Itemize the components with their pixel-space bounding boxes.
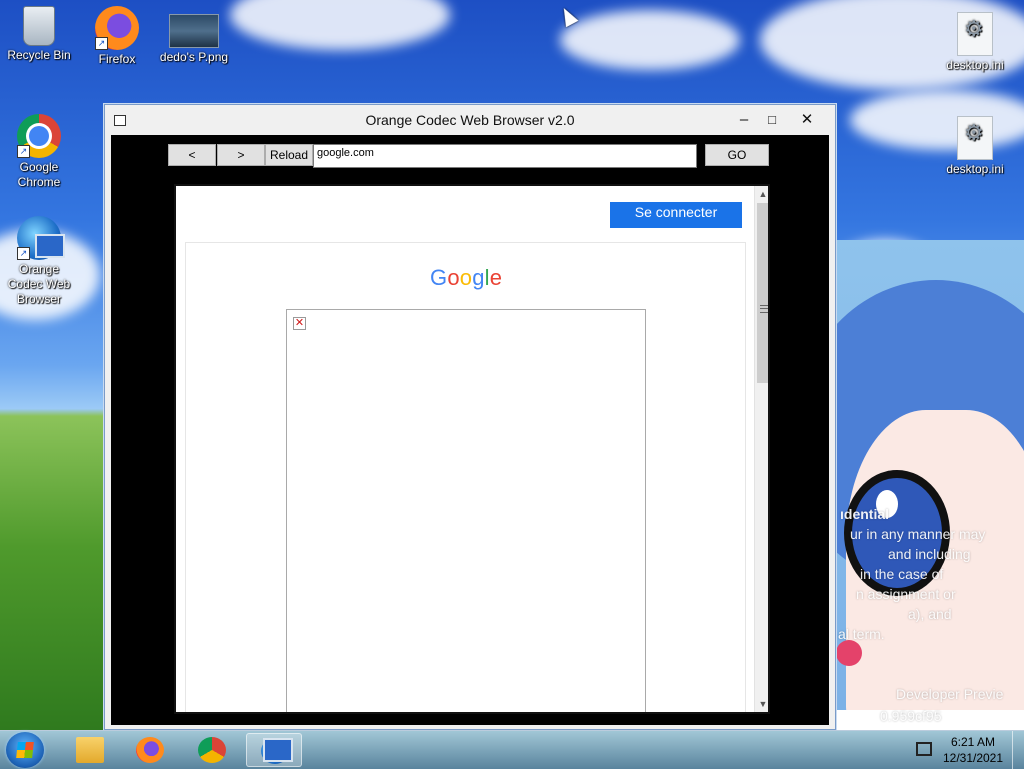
back-button[interactable]: < — [168, 144, 216, 166]
watermark-text: al term. — [838, 626, 885, 642]
forward-button[interactable]: > — [217, 144, 265, 166]
taskbar-item-file-explorer[interactable] — [62, 733, 118, 767]
window-title: Orange Codec Web Browser v2.0 — [365, 112, 575, 128]
sign-in-button[interactable]: Se connecter — [610, 202, 742, 228]
broken-image-icon: ✕ — [293, 317, 306, 330]
vertical-scrollbar[interactable]: ▲ ▼ — [754, 186, 768, 712]
web-page-viewport[interactable]: Se connecter Google ✕ ▲ ▼ — [174, 184, 770, 714]
go-button[interactable]: GO — [705, 144, 769, 166]
desktop-icon-label: Google Chrome — [17, 160, 61, 189]
logo-letter: o — [447, 265, 460, 290]
desktop-icon-label: desktop.ini — [946, 58, 1004, 72]
desktop-icon-google-chrome[interactable]: ↗ Google Chrome — [3, 114, 75, 190]
browser-client-area: < > Reload google.com GO Se connecter Go… — [111, 135, 829, 725]
watermark-text: ıdential — [840, 506, 890, 522]
browser-window: Orange Codec Web Browser v2.0 ‒ □ ✕ < > … — [104, 104, 836, 730]
window-titlebar[interactable]: Orange Codec Web Browser v2.0 ‒ □ ✕ — [105, 105, 835, 135]
url-input[interactable]: google.com — [313, 144, 697, 168]
system-clock[interactable]: 6:21 AM 12/31/2021 — [940, 734, 1006, 766]
cloud — [560, 10, 740, 70]
watermark-text: Developer Previe — [896, 686, 1004, 702]
folder-icon — [76, 737, 104, 763]
firefox-icon — [136, 737, 164, 763]
show-desktop-button[interactable] — [1012, 731, 1024, 769]
watermark-text: ur in any manner may — [850, 526, 986, 542]
scrollbar-thumb[interactable] — [757, 203, 768, 383]
globe-computer-icon — [261, 738, 293, 764]
logo-letter: g — [472, 265, 485, 290]
clock-time: 6:21 AM — [950, 735, 996, 749]
maximize-button[interactable]: □ — [757, 109, 787, 131]
taskbar: 6:21 AM 12/31/2021 — [0, 730, 1024, 769]
image-file-icon — [169, 14, 219, 48]
watermark-text: 0.959cf95 — [880, 708, 942, 724]
desktop-icon-label: Orange Codec Web Browser — [7, 262, 71, 306]
grip-icon — [760, 305, 768, 313]
desktop-icon-desktop-ini[interactable]: desktop.ini — [939, 116, 1011, 177]
network-icon[interactable] — [916, 742, 932, 756]
logo-letter: e — [489, 265, 503, 290]
embedded-frame[interactable]: ✕ — [286, 309, 646, 712]
logo-letter: o — [459, 265, 473, 290]
start-button[interactable] — [6, 732, 44, 768]
watermark-text: and including — [888, 546, 971, 562]
desktop-icon-dedos-png[interactable]: dedo's P.png — [158, 6, 230, 65]
desktop-icon-recycle-bin[interactable]: Recycle Bin — [3, 6, 75, 63]
watermark-text: in the case of — [860, 566, 944, 582]
desktop-icon-label: dedo's P.png — [159, 50, 229, 64]
taskbar-item-chrome[interactable] — [184, 733, 240, 767]
taskbar-item-firefox[interactable] — [122, 733, 178, 767]
watermark-text: n assignment or — [856, 586, 956, 602]
cloud — [230, 0, 450, 50]
settings-file-icon — [957, 116, 993, 160]
globe-computer-icon: ↗ — [17, 216, 65, 260]
reload-button[interactable]: Reload — [265, 144, 313, 166]
close-button[interactable]: ✕ — [792, 109, 822, 131]
google-logo[interactable]: Google — [430, 265, 502, 291]
taskbar-item-orange-codec-web-browser[interactable] — [246, 733, 302, 767]
anime-wallpaper-character — [836, 240, 1024, 730]
scroll-down-arrow-icon[interactable]: ▼ — [755, 696, 768, 712]
chrome-icon — [198, 737, 226, 763]
chrome-icon: ↗ — [17, 114, 61, 158]
firefox-icon: ↗ — [95, 6, 139, 50]
logo-letter: G — [430, 265, 448, 290]
settings-file-icon — [957, 12, 993, 56]
desktop-icon-firefox[interactable]: ↗ Firefox — [81, 6, 153, 67]
desktop-icon-label: Firefox — [98, 52, 136, 66]
recycle-bin-icon — [23, 6, 55, 46]
scroll-up-arrow-icon[interactable]: ▲ — [755, 186, 768, 202]
desktop-icon-label: desktop.ini — [946, 162, 1004, 176]
desktop-icon-orange-codec-web-browser[interactable]: ↗ Orange Codec Web Browser — [3, 216, 75, 307]
google-page-panel: Google ✕ — [185, 242, 746, 712]
minimize-button[interactable]: ‒ — [729, 109, 759, 131]
desktop-icon-desktop-ini[interactable]: desktop.ini — [939, 12, 1011, 73]
desktop-icon-label: Recycle Bin — [7, 48, 71, 62]
watermark-text: a), and — [908, 606, 952, 622]
clock-date: 12/31/2021 — [942, 751, 1004, 765]
